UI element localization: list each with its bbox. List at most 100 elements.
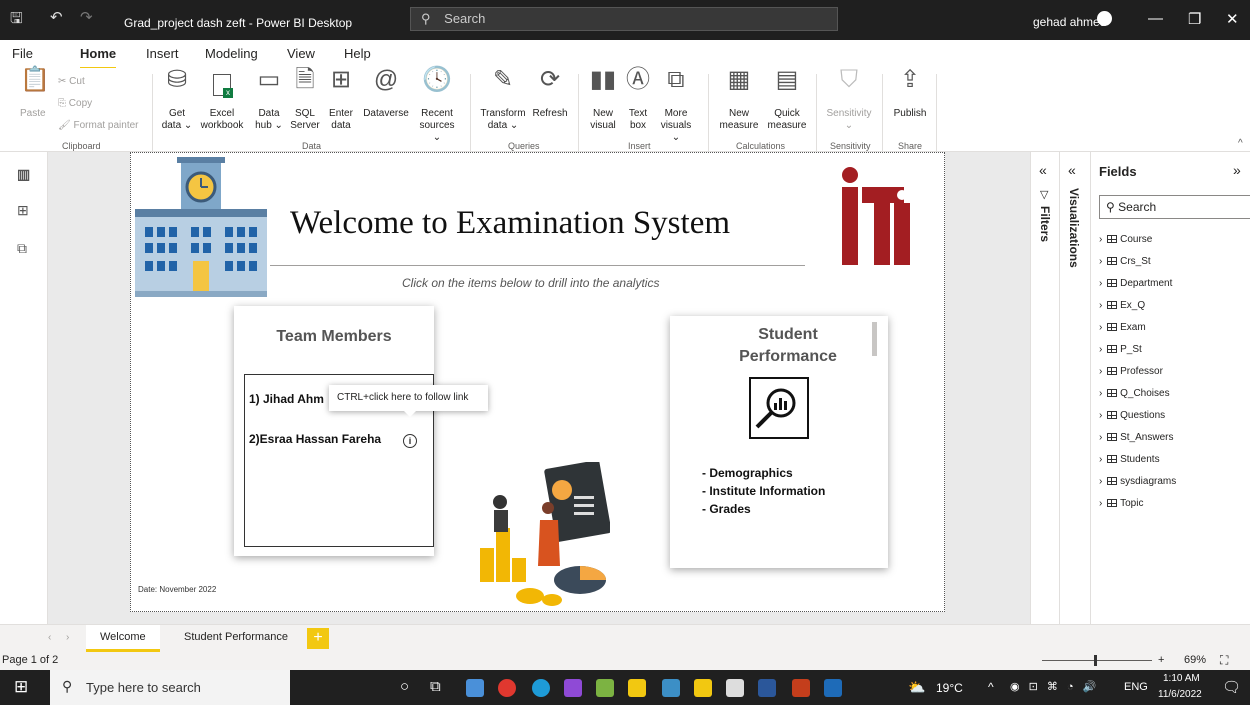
field-table-topic[interactable]: › Topic bbox=[1099, 498, 1143, 509]
zoom-slider[interactable] bbox=[1042, 660, 1152, 661]
field-table-questions[interactable]: › Questions bbox=[1099, 410, 1165, 421]
fit-to-page-icon[interactable]: ⛶ bbox=[1220, 653, 1228, 668]
clock-date[interactable]: 11/6/2022 bbox=[1158, 689, 1202, 700]
app-icon[interactable] bbox=[596, 679, 614, 697]
visualizations-pane[interactable]: « Visualizations bbox=[1060, 152, 1090, 624]
app-icon[interactable] bbox=[726, 679, 744, 697]
enter-label-1: Enter bbox=[329, 108, 353, 119]
recent-sources-button[interactable]: 🕓 Recent sources ⌄ bbox=[414, 68, 460, 144]
field-table-students[interactable]: › Students bbox=[1099, 454, 1160, 465]
field-table-crs-st[interactable]: › Crs_St bbox=[1099, 256, 1151, 267]
title-search-input[interactable]: ⚲ Search bbox=[410, 7, 838, 31]
excel-label-1: Excel bbox=[209, 108, 235, 119]
menu-modeling[interactable]: Modeling bbox=[205, 46, 258, 61]
file-explorer-icon[interactable] bbox=[466, 679, 484, 697]
tab-scroll-right-icon[interactable]: › bbox=[66, 632, 69, 643]
tray-chevron-icon[interactable]: ^ bbox=[988, 680, 994, 694]
tab-scroll-left-icon[interactable]: ‹ bbox=[48, 632, 51, 643]
app-icon[interactable] bbox=[662, 679, 680, 697]
team-member-link[interactable]: 2)Esraa Hassan Fareha bbox=[249, 432, 381, 446]
page-indicator: Page 1 of 2 bbox=[2, 654, 59, 666]
info-icon[interactable]: i bbox=[403, 434, 417, 448]
close-icon[interactable]: ✕ bbox=[1226, 10, 1239, 28]
new-measure-button[interactable]: ▦ New measure bbox=[716, 68, 762, 132]
field-table-p-st[interactable]: › P_St bbox=[1099, 344, 1142, 355]
field-table-sysdiagrams[interactable]: › sysdiagrams bbox=[1099, 476, 1176, 487]
menu-insert[interactable]: Insert bbox=[146, 46, 179, 61]
sensitivity-button[interactable]: ⛉ Sensitivity ⌄ bbox=[822, 68, 876, 132]
visual-studio-icon[interactable] bbox=[564, 679, 582, 697]
cortana-icon[interactable]: ○ bbox=[400, 678, 409, 695]
tab-welcome[interactable]: Welcome bbox=[86, 625, 160, 652]
dataverse-button[interactable]: @ Dataverse bbox=[360, 68, 412, 120]
field-table-department[interactable]: › Department bbox=[1099, 278, 1172, 289]
field-table-ex-q[interactable]: › Ex_Q bbox=[1099, 300, 1145, 311]
field-table-q-choises[interactable]: › Q_Choises bbox=[1099, 388, 1170, 399]
windows-start-icon[interactable]: ⊞ bbox=[14, 677, 28, 697]
minimize-icon[interactable]: — bbox=[1148, 10, 1163, 27]
get-data-button[interactable]: ⛁ Get data ⌄ bbox=[160, 68, 194, 132]
word-icon[interactable] bbox=[758, 679, 776, 697]
collapse-fields-icon[interactable]: » bbox=[1233, 162, 1241, 178]
collapse-ribbon-icon[interactable]: ^ bbox=[1238, 138, 1243, 149]
model-view-icon[interactable]: ⧉ bbox=[17, 240, 27, 257]
power-bi-icon[interactable] bbox=[628, 679, 646, 697]
save-icon[interactable]: 🖫 bbox=[10, 8, 23, 33]
menu-help[interactable]: Help bbox=[344, 46, 371, 61]
field-table-professor[interactable]: › Professor bbox=[1099, 366, 1163, 377]
expand-filters-icon[interactable]: « bbox=[1039, 162, 1047, 178]
add-page-button[interactable]: + bbox=[307, 628, 329, 649]
clock-time[interactable]: 1:10 AM bbox=[1163, 673, 1200, 684]
transform-data-button[interactable]: ✎ Transform data ⌄ bbox=[478, 68, 528, 132]
language-indicator[interactable]: ENG bbox=[1124, 681, 1148, 693]
field-table-exam[interactable]: › Exam bbox=[1099, 322, 1146, 333]
publish-button[interactable]: ⇪ Publish bbox=[890, 68, 930, 120]
undo-icon[interactable]: ↶ bbox=[50, 8, 63, 26]
temperature: 19°C bbox=[936, 681, 963, 695]
edge-icon[interactable] bbox=[532, 679, 550, 697]
report-view-icon[interactable]: ▥ bbox=[17, 166, 30, 183]
field-table-st-answers[interactable]: › St_Answers bbox=[1099, 432, 1173, 443]
weather-icon[interactable]: ⛅ bbox=[908, 679, 925, 696]
task-view-icon[interactable]: ⧉ bbox=[430, 678, 441, 695]
tab-student-performance[interactable]: Student Performance bbox=[170, 625, 302, 652]
field-table-course[interactable]: › Course bbox=[1099, 234, 1152, 245]
more-visuals-button[interactable]: ⧉ More visuals ⌄ bbox=[656, 68, 696, 144]
expand-visualizations-icon[interactable]: « bbox=[1068, 162, 1076, 178]
card-scrollbar[interactable] bbox=[872, 322, 877, 356]
taskbar-search-input[interactable]: ⚲ Type here to search bbox=[50, 670, 290, 705]
enter-data-button[interactable]: ⊞ Enter data bbox=[326, 68, 356, 132]
powerpoint-icon[interactable] bbox=[792, 679, 810, 697]
photos-icon[interactable] bbox=[824, 679, 842, 697]
filters-pane[interactable]: « ▽ Filters bbox=[1030, 152, 1060, 624]
fields-search-input[interactable]: ⚲ Search bbox=[1099, 195, 1250, 219]
notification-icon[interactable]: 🗨 bbox=[1222, 678, 1241, 696]
format-painter-button[interactable]: 🖌 Format painter bbox=[58, 120, 139, 131]
data-hub-button[interactable]: ▭ Data hub ⌄ bbox=[254, 68, 284, 132]
team-member-link[interactable]: 1) Jihad Ahm bbox=[249, 392, 324, 406]
quick-measure-button[interactable]: ▤ Quick measure bbox=[764, 68, 810, 132]
copy-button[interactable]: ⎘ Copy bbox=[58, 98, 92, 109]
list-item: - Institute Information bbox=[702, 484, 826, 498]
excel-workbook-button[interactable]: x Excel workbook bbox=[196, 74, 248, 132]
restore-icon[interactable]: ❐ bbox=[1188, 10, 1201, 28]
menu-home[interactable]: Home bbox=[80, 46, 117, 70]
app-icon[interactable] bbox=[498, 679, 516, 697]
menu-view[interactable]: View bbox=[287, 46, 315, 61]
zoom-slider-thumb[interactable] bbox=[1094, 655, 1097, 666]
paste-button[interactable]: 📋 Paste bbox=[20, 68, 50, 120]
zoom-in-icon[interactable]: + bbox=[1158, 654, 1164, 666]
new-visual-label-2: visual bbox=[590, 120, 616, 131]
tray-icons[interactable]: ◉ ⊡ ⌘ ◔ 🔊 bbox=[1010, 680, 1099, 693]
avatar[interactable] bbox=[1097, 11, 1112, 26]
cut-button[interactable]: ✂ Cut bbox=[58, 76, 85, 87]
redo-icon[interactable]: ↷ bbox=[80, 8, 93, 26]
text-box-button[interactable]: Ⓐ Text box bbox=[624, 68, 652, 132]
new-visual-button[interactable]: ▮▮ New visual bbox=[588, 68, 618, 132]
report-builder-icon[interactable] bbox=[694, 679, 712, 697]
menu-file[interactable]: File bbox=[12, 46, 33, 61]
data-view-icon[interactable]: ⊞ bbox=[17, 202, 29, 219]
refresh-button[interactable]: ⟳ Refresh bbox=[530, 68, 570, 120]
user-name[interactable]: gehad ahmed bbox=[1033, 15, 1106, 29]
sql-server-button[interactable]: 🗎 SQL Server bbox=[288, 68, 322, 132]
